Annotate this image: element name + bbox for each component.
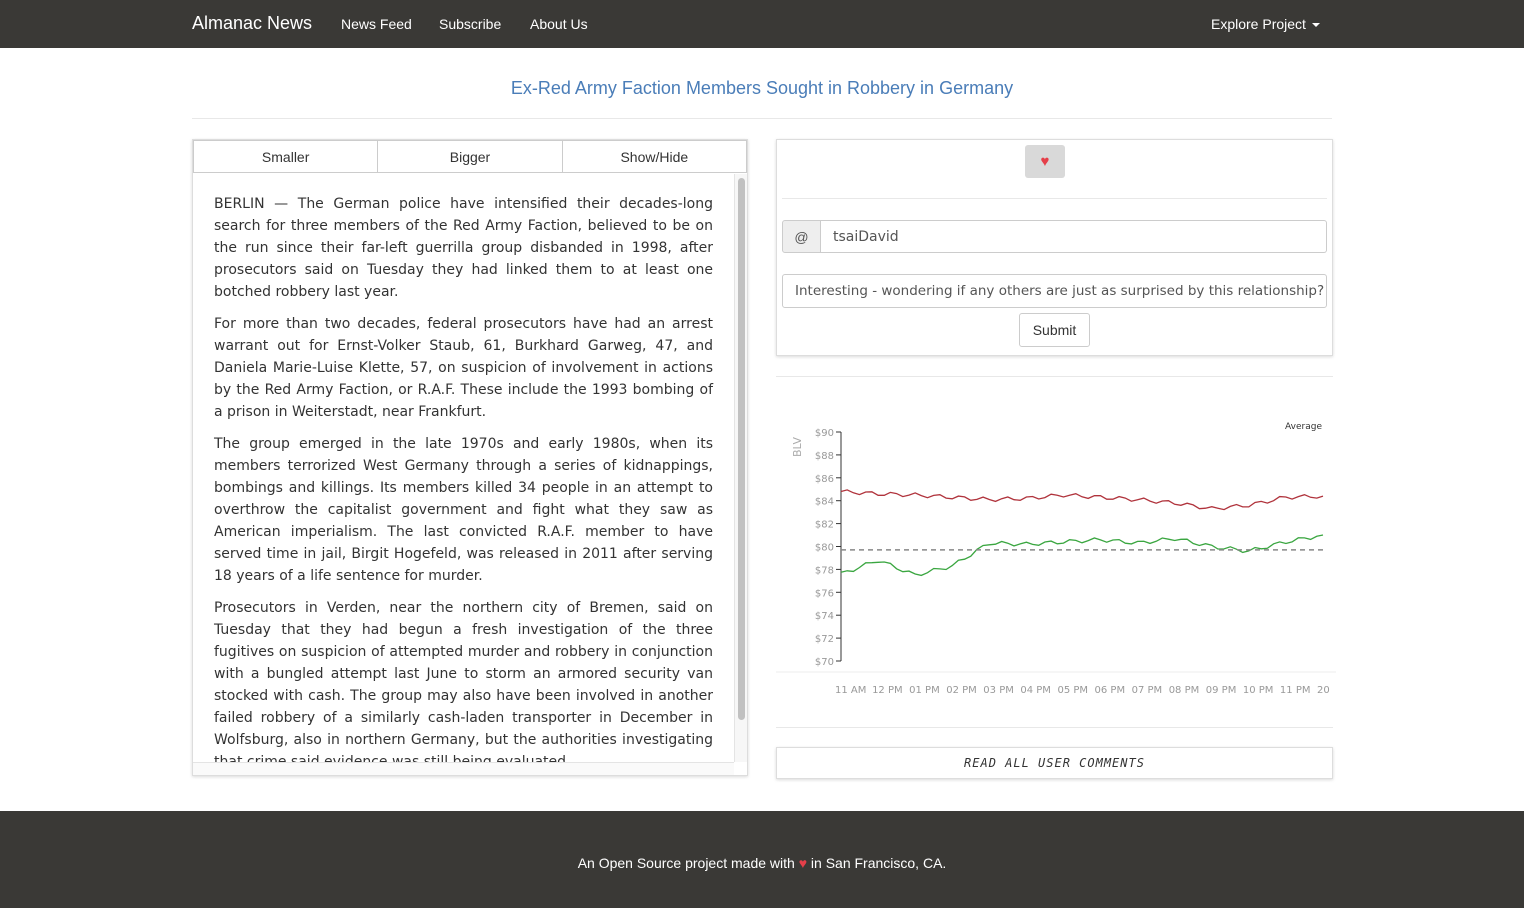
- article-paragraph: BERLIN — The German police have intensif…: [214, 196, 713, 300]
- nav-about-us[interactable]: About Us: [530, 16, 588, 32]
- y-tick-label: $84: [815, 497, 834, 508]
- username-group: @ tsaiDavid: [782, 220, 1327, 253]
- like-button[interactable]: ♥: [1025, 145, 1065, 178]
- x-tick-label: 02 PM: [946, 685, 977, 696]
- smaller-button[interactable]: Smaller: [193, 140, 379, 173]
- divider: [776, 376, 1333, 377]
- y-axis-label: BLV: [791, 437, 804, 457]
- legend-average: Average: [1285, 422, 1322, 432]
- article-paragraph: For more than two decades, federal prose…: [214, 316, 713, 420]
- text-size-controls: Smaller Bigger Show/Hide: [193, 140, 747, 173]
- y-tick-label: $76: [815, 588, 834, 599]
- brand-logo[interactable]: Almanac News: [192, 13, 312, 34]
- article-paragraph: The group emerged in the late 1970s and …: [214, 436, 713, 584]
- article-paragraph: Prosecutors in Verden, near the northern…: [214, 600, 713, 762]
- footer-text: An Open Source project made with ♥ in Sa…: [0, 855, 1524, 871]
- x-tick-label: 08 PM: [1169, 685, 1200, 696]
- x-tick-label: 12 PM: [872, 685, 903, 696]
- article-panel: Smaller Bigger Show/Hide BERLIN — The Ge…: [192, 139, 748, 776]
- x-tick-label: 10 PM: [1243, 685, 1274, 696]
- comment-input[interactable]: Interesting - wondering if any others ar…: [782, 274, 1327, 308]
- at-sign-addon: @: [782, 220, 821, 253]
- x-tick-label: 07 PM: [1132, 685, 1163, 696]
- y-tick-label: $82: [815, 520, 834, 531]
- x-tick-label: 05 PM: [1057, 685, 1088, 696]
- x-tick-label: 11 PM: [1280, 685, 1311, 696]
- divider: [782, 198, 1327, 199]
- heart-icon: ♥: [798, 855, 808, 871]
- y-tick-label: $74: [815, 611, 834, 622]
- article-title: Ex-Red Army Faction Members Sought in Ro…: [510, 78, 1014, 98]
- scrollbar-thumb[interactable]: [738, 178, 745, 720]
- explore-project-label: Explore Project: [1211, 16, 1306, 32]
- x-tick-label: 06 PM: [1095, 685, 1126, 696]
- article-body: BERLIN — The German police have intensif…: [193, 174, 734, 762]
- y-tick-label: $72: [815, 634, 834, 645]
- series-line-1: [840, 534, 1324, 577]
- x-tick-label: 03 PM: [983, 685, 1014, 696]
- horizontal-scrollbar[interactable]: [193, 762, 734, 775]
- bigger-button[interactable]: Bigger: [378, 140, 563, 173]
- vertical-scrollbar[interactable]: [734, 174, 747, 762]
- read-all-comments-button[interactable]: READ ALL USER COMMENTS: [776, 747, 1333, 779]
- y-tick-label: $88: [815, 451, 834, 462]
- divider: [776, 727, 1333, 728]
- x-tick-label: 01 PM: [909, 685, 940, 696]
- nav-news-feed[interactable]: News Feed: [341, 16, 412, 32]
- y-tick-label: $90: [815, 428, 834, 439]
- heart-icon: ♥: [1040, 153, 1050, 170]
- x-tick-label: 20: [1317, 685, 1330, 696]
- y-tick-label: $80: [815, 543, 834, 554]
- y-tick-label: $70: [815, 657, 834, 668]
- x-tick-label: 09 PM: [1206, 685, 1237, 696]
- submit-button[interactable]: Submit: [1019, 313, 1090, 347]
- footer-text-before: An Open Source project made with: [577, 855, 795, 871]
- y-tick-label: $86: [815, 474, 834, 485]
- footer: An Open Source project made with ♥ in Sa…: [0, 811, 1524, 908]
- navbar: Almanac News News Feed Subscribe About U…: [0, 0, 1524, 48]
- x-tick-label: 11 AM: [835, 685, 866, 696]
- y-tick-label: $78: [815, 565, 834, 576]
- price-chart: $90 $88 $86 $84 $82 $80 $78 $76 $74 $72 $70 BLV 11 A…: [776, 422, 1336, 696]
- footer-text-after: in San Francisco, CA.: [810, 855, 947, 871]
- divider: [192, 118, 1332, 119]
- caret-down-icon: [1311, 23, 1320, 28]
- username-input[interactable]: tsaiDavid: [821, 220, 1327, 253]
- series-line-0: [840, 489, 1324, 511]
- comment-card: ♥ @ tsaiDavid Interesting - wondering if…: [776, 139, 1333, 356]
- x-tick-label: 04 PM: [1020, 685, 1051, 696]
- show-hide-button[interactable]: Show/Hide: [562, 140, 747, 173]
- nav-subscribe[interactable]: Subscribe: [439, 16, 501, 32]
- explore-project-dropdown[interactable]: Explore Project: [1211, 16, 1320, 32]
